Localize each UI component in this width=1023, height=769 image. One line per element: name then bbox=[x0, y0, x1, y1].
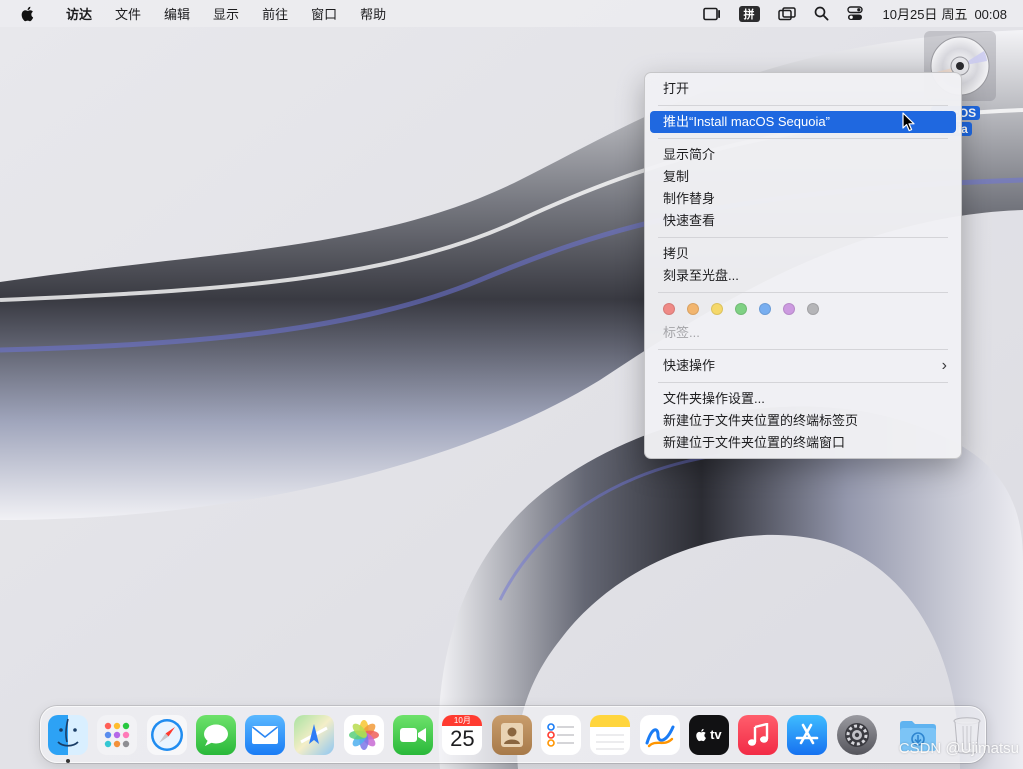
safari-icon bbox=[150, 718, 183, 751]
menu-window[interactable]: 窗口 bbox=[300, 4, 349, 23]
desktop: 访达 文件 编辑 显示 前往 窗口 帮助 拼 10月25日 周五 00:08 打… bbox=[0, 0, 1023, 769]
dock-photos[interactable] bbox=[343, 714, 384, 755]
dock-maps[interactable] bbox=[294, 714, 335, 755]
menu-tags[interactable]: 标签... bbox=[650, 322, 956, 344]
menu-new-terminal-tab[interactable]: 新建位于文件夹位置的终端标签页 bbox=[650, 410, 956, 432]
menu-make-alias[interactable]: 制作替身 bbox=[650, 188, 956, 210]
menu-open[interactable]: 打开 bbox=[650, 78, 956, 100]
apple-menu-icon[interactable] bbox=[21, 6, 36, 22]
menu-folder-actions-setup[interactable]: 文件夹操作设置... bbox=[650, 388, 956, 410]
menu-separator bbox=[658, 138, 948, 139]
menu-go[interactable]: 前往 bbox=[251, 4, 300, 23]
dock-freeform[interactable] bbox=[639, 714, 680, 755]
tag-green[interactable] bbox=[735, 303, 747, 315]
tag-orange[interactable] bbox=[687, 303, 699, 315]
watermark-text: CSDN @Ujimatsu bbox=[898, 740, 1019, 757]
dock-calendar[interactable]: 10月 25 bbox=[442, 714, 483, 755]
menu-finder[interactable]: 访达 bbox=[55, 4, 104, 23]
messages-icon bbox=[203, 724, 228, 746]
music-icon bbox=[748, 722, 769, 746]
screen-mirroring-icon[interactable] bbox=[777, 6, 796, 21]
menu-file[interactable]: 文件 bbox=[104, 4, 153, 23]
freeform-icon bbox=[645, 725, 675, 747]
tag-purple[interactable] bbox=[783, 303, 795, 315]
tag-red[interactable] bbox=[663, 303, 675, 315]
menu-separator bbox=[658, 237, 948, 238]
tag-blue[interactable] bbox=[759, 303, 771, 315]
menubar-clock[interactable]: 10月25日 周五 00:08 bbox=[883, 4, 1007, 23]
input-method-icon[interactable]: 拼 bbox=[738, 5, 760, 22]
mouse-pointer-icon bbox=[902, 112, 915, 132]
dock-tv[interactable]: tv bbox=[688, 714, 729, 755]
dock-messages[interactable] bbox=[195, 714, 236, 755]
app-store-icon bbox=[796, 723, 819, 744]
menu-separator bbox=[658, 292, 948, 293]
facetime-icon bbox=[400, 727, 427, 742]
dock-music[interactable] bbox=[738, 714, 779, 755]
stage-manager-icon[interactable] bbox=[702, 7, 721, 21]
menu-burn-to-disc[interactable]: 刻录至光盘... bbox=[650, 265, 956, 287]
launchpad-icon bbox=[105, 722, 130, 747]
tag-colors bbox=[645, 298, 961, 320]
running-indicator bbox=[66, 758, 70, 763]
tv-label: tv bbox=[710, 727, 722, 742]
calendar-day: 25 bbox=[450, 725, 475, 751]
status-area: 拼 10月25日 周五 00:08 bbox=[694, 0, 1023, 27]
menu-new-terminal-window[interactable]: 新建位于文件夹位置的终端窗口 bbox=[650, 432, 956, 454]
control-center-icon[interactable] bbox=[846, 6, 863, 21]
gear-icon bbox=[844, 722, 869, 747]
menu-quick-look[interactable]: 快速查看 bbox=[650, 210, 956, 232]
clock-weekday: 周五 bbox=[941, 7, 968, 22]
menu-separator bbox=[658, 105, 948, 106]
chevron-right-icon: › bbox=[941, 357, 947, 374]
calendar-month: 10月 bbox=[442, 714, 483, 726]
maps-icon bbox=[300, 723, 329, 744]
dock: 10月 25 tv bbox=[40, 706, 986, 763]
menu-get-info[interactable]: 显示简介 bbox=[650, 144, 956, 166]
dock-finder[interactable] bbox=[48, 714, 88, 763]
clock-time: 00:08 bbox=[974, 7, 1007, 22]
mail-icon bbox=[252, 725, 279, 744]
contacts-icon bbox=[500, 722, 523, 747]
dock-app-store[interactable] bbox=[787, 714, 828, 755]
notes-icon bbox=[590, 714, 631, 749]
dock-contacts[interactable] bbox=[491, 714, 532, 755]
reminders-icon bbox=[547, 722, 574, 747]
menu-quick-actions[interactable]: 快速操作 › bbox=[650, 355, 956, 377]
menu-edit[interactable]: 编辑 bbox=[153, 4, 202, 23]
menu-bar: 访达 文件 编辑 显示 前往 窗口 帮助 拼 10月25日 周五 00:08 bbox=[0, 0, 1023, 27]
dock-reminders[interactable] bbox=[540, 714, 581, 755]
tag-yellow[interactable] bbox=[711, 303, 723, 315]
menu-quick-actions-label: 快速操作 bbox=[663, 358, 716, 373]
menu-copy[interactable]: 拷贝 bbox=[650, 243, 956, 265]
clock-date: 10月25日 bbox=[882, 7, 938, 22]
menu-view[interactable]: 显示 bbox=[202, 4, 251, 23]
menu-help[interactable]: 帮助 bbox=[349, 4, 398, 23]
input-method-label: 拼 bbox=[738, 5, 760, 22]
spotlight-search-icon[interactable] bbox=[814, 6, 829, 21]
dock-notes[interactable] bbox=[590, 714, 631, 755]
dock-launchpad[interactable] bbox=[97, 714, 138, 755]
menu-duplicate[interactable]: 复制 bbox=[650, 166, 956, 188]
dock-safari[interactable] bbox=[146, 714, 187, 755]
finder-icon bbox=[57, 718, 79, 747]
apple-tv-icon bbox=[696, 728, 706, 741]
menu-separator bbox=[658, 349, 948, 350]
dock-system-settings[interactable] bbox=[836, 714, 877, 755]
tag-gray[interactable] bbox=[807, 303, 819, 315]
dock-facetime[interactable] bbox=[393, 714, 434, 755]
photos-icon bbox=[348, 719, 379, 750]
menu-separator bbox=[658, 382, 948, 383]
dock-mail[interactable] bbox=[245, 714, 286, 755]
